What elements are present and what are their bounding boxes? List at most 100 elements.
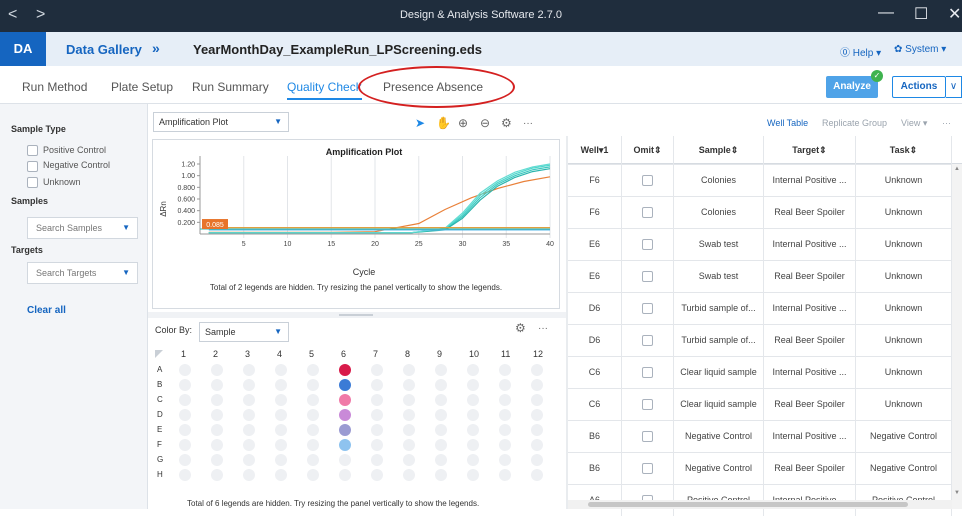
plate-well[interactable] — [499, 379, 511, 391]
tab-quality-check[interactable]: Quality Check — [287, 80, 362, 100]
plate-well[interactable] — [467, 364, 479, 376]
omit-checkbox[interactable] — [642, 367, 653, 378]
minimize-icon[interactable]: — — [878, 4, 894, 22]
plate-well[interactable] — [275, 379, 287, 391]
plate-well[interactable] — [275, 439, 287, 451]
unknown-checkbox[interactable] — [27, 177, 38, 188]
plate-well[interactable] — [243, 424, 255, 436]
column-header-task[interactable]: Task⇕ — [856, 136, 952, 164]
plate-well[interactable] — [499, 364, 511, 376]
plate-well[interactable] — [211, 454, 223, 466]
plate-well[interactable] — [371, 439, 383, 451]
plate-column-header[interactable]: 8 — [405, 349, 410, 359]
color-by-select[interactable]: Sample ▼ — [199, 322, 289, 342]
plate-well[interactable] — [467, 379, 479, 391]
plot-type-select[interactable]: Amplification Plot ▼ — [153, 112, 289, 132]
tab-run-summary[interactable]: Run Summary — [192, 80, 269, 94]
plate-column-header[interactable]: 9 — [437, 349, 442, 359]
plate-well[interactable] — [275, 469, 287, 481]
plate-well[interactable] — [499, 469, 511, 481]
plate-well[interactable] — [467, 394, 479, 406]
plate-well[interactable] — [339, 469, 351, 481]
plate-well[interactable] — [275, 454, 287, 466]
plate-well[interactable] — [307, 424, 319, 436]
plate-column-header[interactable]: 3 — [245, 349, 250, 359]
plate-well[interactable] — [371, 424, 383, 436]
tab-run-method[interactable]: Run Method — [22, 80, 87, 94]
plate-well[interactable] — [531, 394, 543, 406]
plate-row-header[interactable]: H — [157, 470, 163, 479]
plate-well[interactable] — [531, 424, 543, 436]
plate-column-header[interactable]: 7 — [373, 349, 378, 359]
plate-well[interactable] — [179, 394, 191, 406]
plate-well[interactable] — [211, 409, 223, 421]
data-gallery-link[interactable]: Data Gallery — [66, 42, 142, 57]
analyze-button[interactable]: Analyze — [826, 76, 878, 98]
negative-control-checkbox[interactable] — [27, 161, 38, 172]
plate-well[interactable] — [403, 424, 415, 436]
plate-well[interactable] — [499, 394, 511, 406]
plate-row-header[interactable]: A — [157, 365, 162, 374]
app-logo[interactable]: DA — [0, 32, 46, 66]
plate-well[interactable] — [371, 409, 383, 421]
column-header-well[interactable]: Well▾1 — [568, 136, 622, 164]
plate-well[interactable] — [371, 469, 383, 481]
plate-well[interactable] — [307, 379, 319, 391]
plate-well[interactable] — [435, 469, 447, 481]
plate-well[interactable] — [499, 424, 511, 436]
omit-checkbox[interactable] — [642, 207, 653, 218]
plate-column-header[interactable]: 5 — [309, 349, 314, 359]
plate-well[interactable] — [467, 469, 479, 481]
plate-well[interactable] — [211, 364, 223, 376]
help-menu[interactable]: ⓪ Help ▾ — [840, 44, 881, 59]
plate-well[interactable] — [403, 394, 415, 406]
more-options-icon[interactable]: ··· — [523, 118, 533, 129]
plate-well[interactable] — [371, 394, 383, 406]
plate-well[interactable] — [307, 394, 319, 406]
plate-well[interactable] — [179, 424, 191, 436]
view-menu[interactable]: View ▾ — [901, 118, 927, 129]
plate-well[interactable] — [499, 409, 511, 421]
column-header-target[interactable]: Target⇕ — [764, 136, 856, 164]
plate-row-header[interactable]: G — [157, 455, 163, 464]
plate-well[interactable] — [499, 454, 511, 466]
close-icon[interactable]: ✕ — [948, 4, 961, 24]
plate-row-header[interactable]: D — [157, 410, 163, 419]
chevron-down-icon[interactable]: ∨ — [946, 76, 962, 98]
plate-well[interactable] — [531, 379, 543, 391]
scroll-up-icon[interactable]: ▲ — [954, 166, 960, 172]
plate-well[interactable] — [531, 469, 543, 481]
plate-well[interactable] — [531, 409, 543, 421]
omit-checkbox[interactable] — [642, 335, 653, 346]
plate-well[interactable] — [243, 364, 255, 376]
plate-well[interactable] — [467, 424, 479, 436]
plate-well[interactable] — [179, 379, 191, 391]
plate-well[interactable] — [275, 394, 287, 406]
omit-checkbox[interactable] — [642, 239, 653, 250]
plate-well[interactable] — [211, 394, 223, 406]
pointer-icon[interactable]: ➤ — [415, 116, 425, 130]
plate-well[interactable] — [435, 364, 447, 376]
plate-well[interactable] — [243, 454, 255, 466]
plate-well[interactable] — [243, 469, 255, 481]
plate-well[interactable] — [371, 379, 383, 391]
plate-well[interactable] — [339, 439, 351, 451]
plate-well[interactable] — [435, 454, 447, 466]
actions-button[interactable]: Actions — [892, 76, 946, 98]
plate-row-header[interactable]: C — [157, 395, 163, 404]
column-header-sample[interactable]: Sample⇕ — [674, 136, 764, 164]
plate-well[interactable] — [403, 409, 415, 421]
plate-well[interactable] — [243, 439, 255, 451]
scroll-down-icon[interactable]: ▼ — [954, 490, 960, 496]
well-table-tab[interactable]: Well Table — [767, 118, 808, 128]
plate-column-header[interactable]: 12 — [533, 349, 543, 359]
plate-well[interactable] — [339, 379, 351, 391]
plate-well[interactable] — [467, 439, 479, 451]
zoom-in-icon[interactable]: ⊕ — [458, 116, 468, 130]
plate-well[interactable] — [307, 454, 319, 466]
plate-well[interactable] — [403, 469, 415, 481]
plate-well[interactable] — [179, 364, 191, 376]
plate-well[interactable] — [339, 454, 351, 466]
plate-well[interactable] — [531, 364, 543, 376]
omit-checkbox[interactable] — [642, 271, 653, 282]
